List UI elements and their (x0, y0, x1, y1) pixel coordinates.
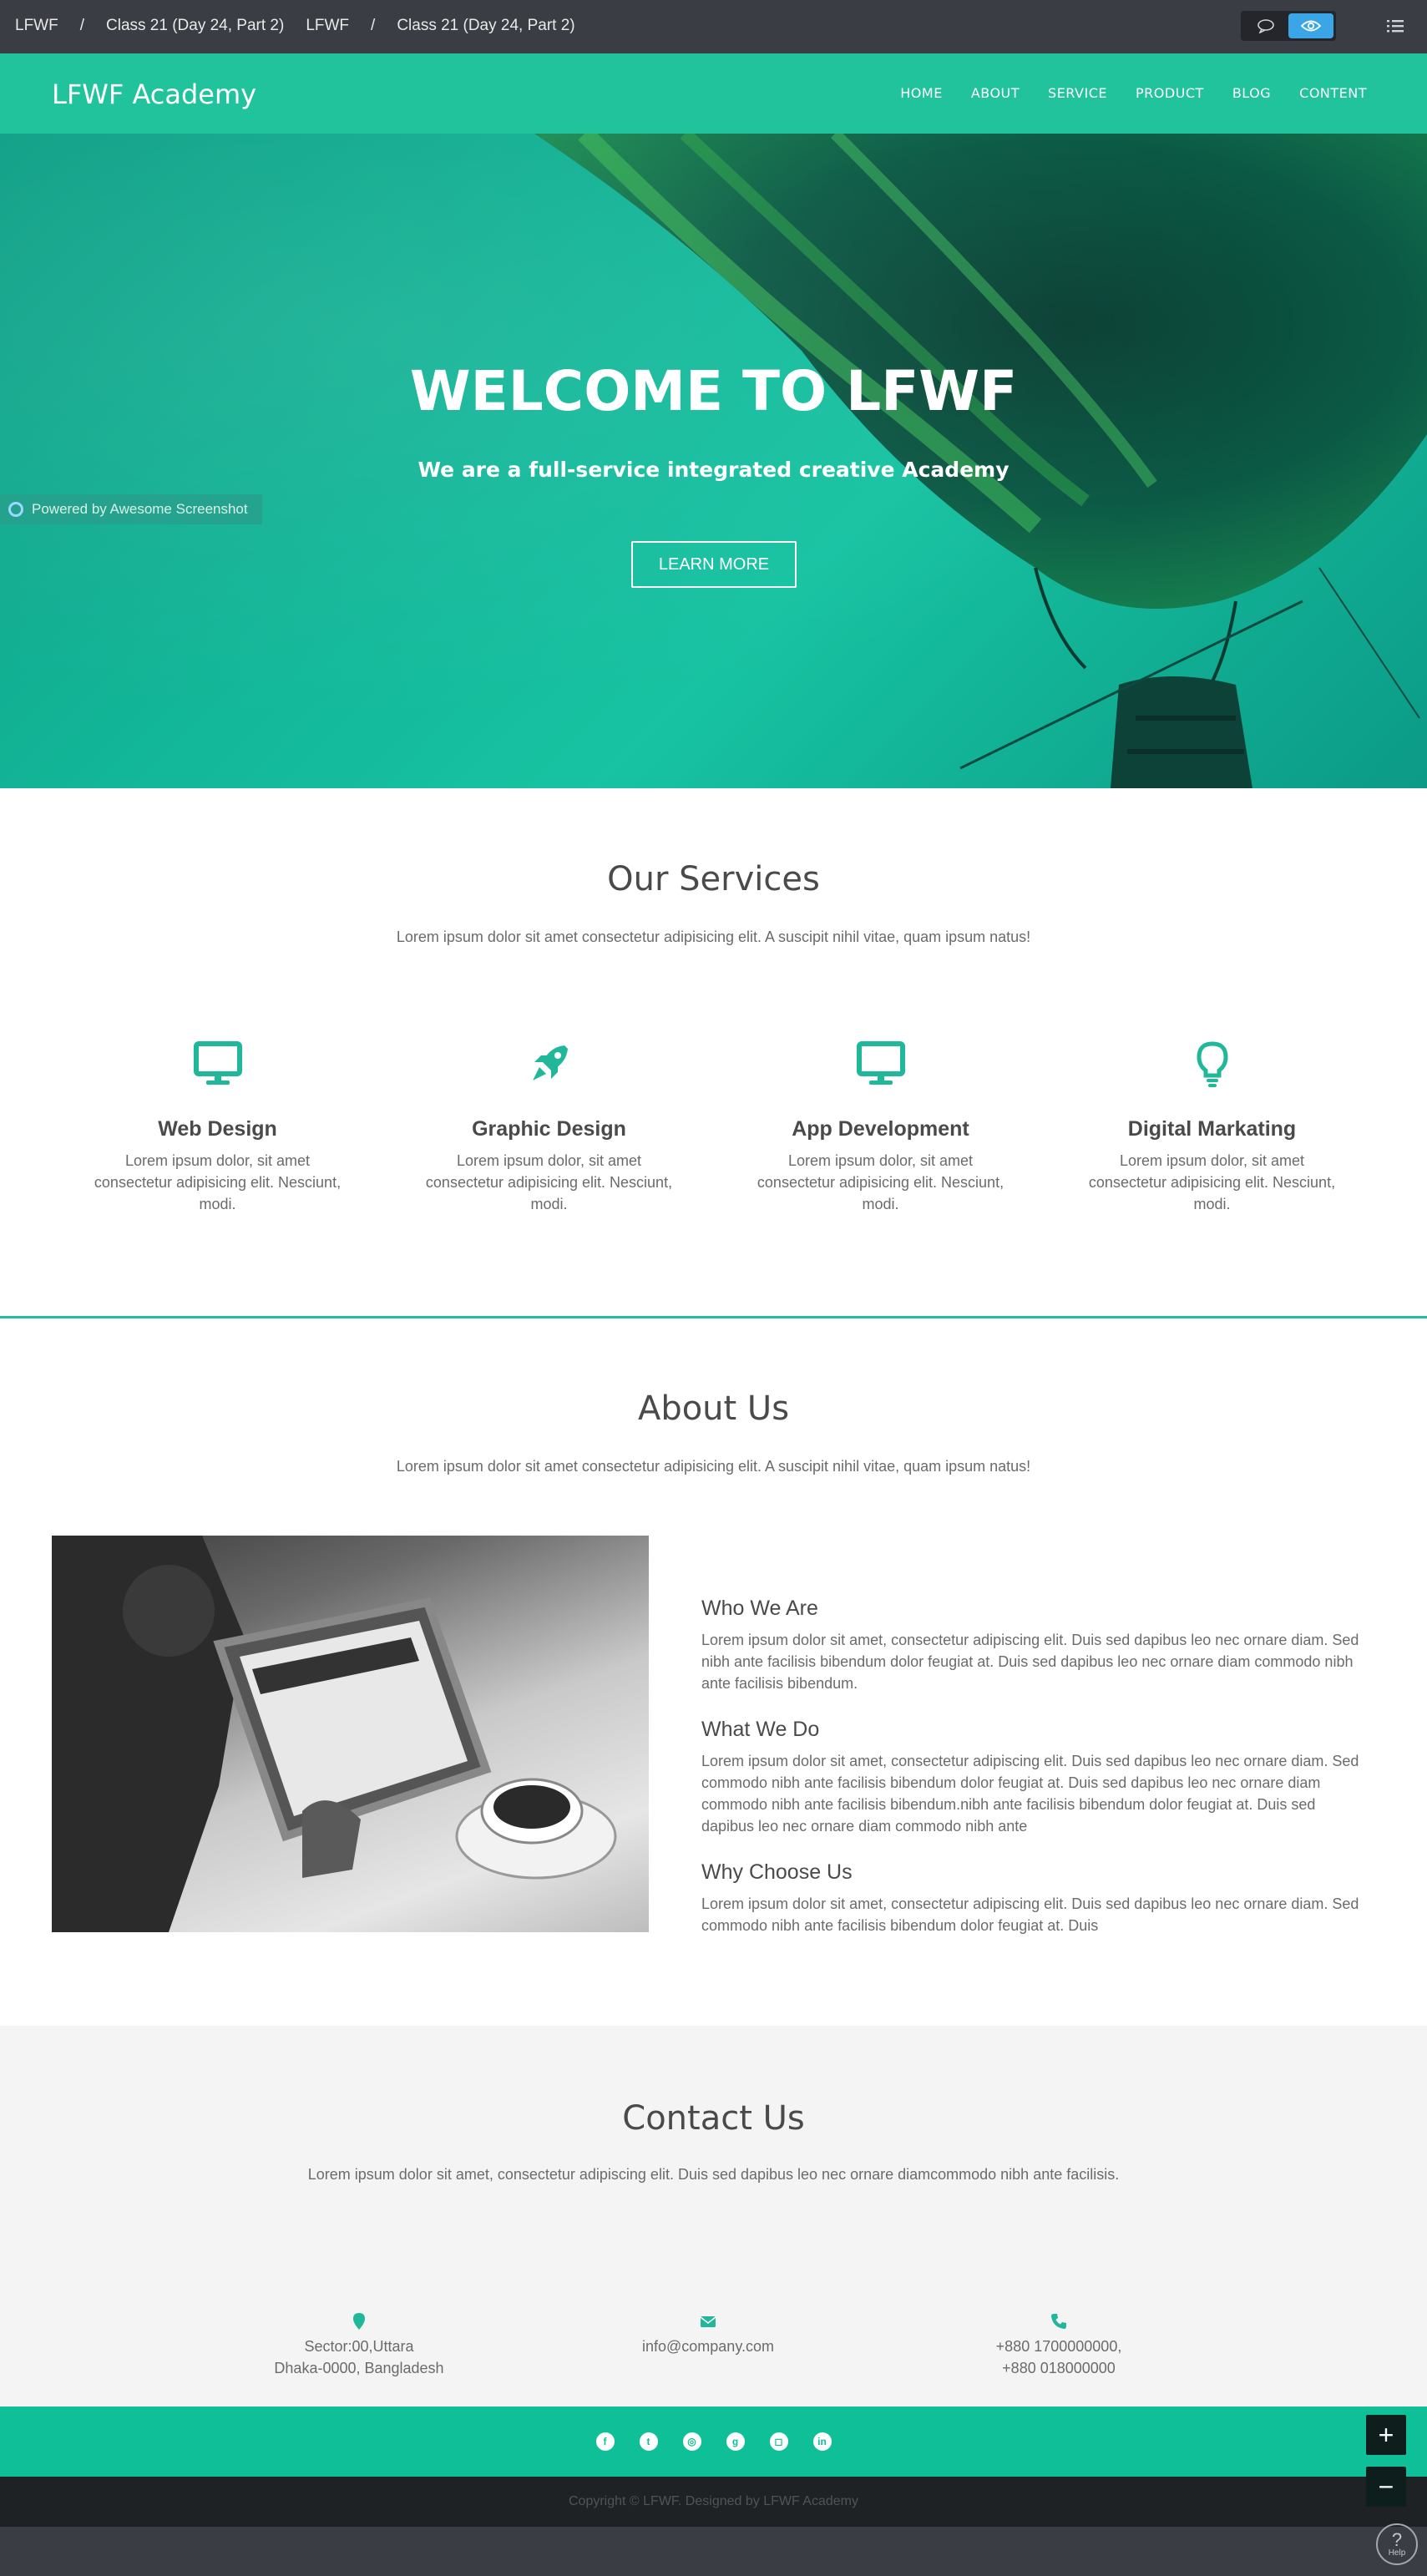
contact-title: Contact Us (622, 2099, 805, 2138)
contact-address: Sector:00,Uttara Dhaka-0000, Bangladesh (192, 2312, 526, 2379)
list-icon[interactable] (1386, 17, 1404, 35)
about-block-text: Lorem ipsum dolor sit amet, consectetur … (701, 1753, 1359, 1835)
tablet-and-coffee-image (52, 1536, 617, 1932)
services-subtitle: Lorem ipsum dolor sit amet consectetur a… (396, 929, 1031, 945)
learn-more-button[interactable]: LEARN MORE (631, 541, 797, 588)
contact-email: info@company.com (541, 2312, 875, 2357)
view-mode-button[interactable] (1288, 13, 1333, 38)
dribbble-icon[interactable]: ◎ (682, 2432, 701, 2451)
breadcrumb-separator: / (79, 17, 84, 34)
screenshot-toolbar: LFWF / Class 21 (Day 24, Part 2) LFWF / … (0, 0, 1427, 53)
twitter-icon[interactable]: t (639, 2432, 658, 2451)
phone-icon (1051, 2314, 1066, 2329)
service-title: Digital Markating (1127, 1117, 1297, 1141)
monitor-icon (856, 1041, 905, 1085)
social-links-bar: f t ◎ g ◻ in (0, 2406, 1427, 2477)
service-card-graphic-design: Graphic Design Lorem ipsum dolor, sit am… (383, 1039, 715, 1215)
instagram-icon[interactable]: ◻ (769, 2432, 788, 2451)
lightbulb-icon (1196, 1041, 1228, 1087)
phone-line-1[interactable]: +880 1700000000, (892, 2336, 1226, 2357)
address-line-2: Dhaka-0000, Bangladesh (274, 2360, 444, 2376)
service-text: Lorem ipsum dolor, sit amet consectetur … (757, 1152, 1004, 1212)
nav-item-service[interactable]: SERVICE (1048, 85, 1107, 101)
service-title: Web Design (158, 1117, 277, 1141)
website-page: LFWF Academy HOME ABOUT SERVICE PRODUCT … (0, 53, 1427, 2527)
about-block-title: Why Choose Us (701, 1860, 853, 1884)
services-title: Our Services (607, 860, 820, 898)
about-block-title: What We Do (701, 1718, 820, 1741)
rocket-icon (532, 1045, 568, 1081)
linkedin-icon[interactable]: in (812, 2432, 832, 2451)
breadcrumb-item[interactable]: Class 21 (Day 24, Part 2) (397, 17, 574, 35)
what-we-do-block: What We Do Lorem ipsum dolor sit amet, c… (701, 1718, 1361, 1837)
breadcrumb-item[interactable]: LFWF (306, 17, 349, 35)
about-block-text: Lorem ipsum dolor sit amet, consectetur … (701, 1895, 1359, 1934)
phone-line-2[interactable]: +880 018000000 (892, 2357, 1226, 2379)
nav-item-blog[interactable]: BLOG (1232, 85, 1271, 101)
service-card-app-development: App Development Lorem ipsum dolor, sit a… (715, 1039, 1046, 1215)
contact-subtitle: Lorem ipsum dolor sit amet, consectetur … (307, 2166, 1120, 2183)
eye-icon (1301, 20, 1321, 32)
help-label: Help (1388, 2548, 1406, 2558)
help-button[interactable]: ? Help (1376, 2523, 1418, 2565)
nav-item-content[interactable]: CONTENT (1299, 85, 1367, 101)
service-card-web-design: Web Design Lorem ipsum dolor, sit amet c… (52, 1039, 383, 1215)
breadcrumb-item[interactable]: Class 21 (Day 24, Part 2) (106, 17, 284, 35)
why-choose-us-block: Why Choose Us Lorem ipsum dolor sit amet… (701, 1860, 1361, 1936)
about-block-title: Who We Are (701, 1597, 818, 1620)
service-title: Graphic Design (472, 1117, 626, 1141)
envelope-icon (700, 2316, 716, 2327)
hero-subtitle: We are a full-service integrated creativ… (417, 458, 1010, 482)
nav-item-about[interactable]: ABOUT (971, 85, 1020, 101)
about-subtitle: Lorem ipsum dolor sit amet consectetur a… (396, 1458, 1031, 1475)
zoom-out-button[interactable]: − (1366, 2467, 1406, 2507)
email-link[interactable]: info@company.com (541, 2336, 875, 2357)
service-text: Lorem ipsum dolor, sit amet consectetur … (94, 1152, 342, 1212)
view-mode-toggle[interactable] (1241, 11, 1336, 41)
nav-item-product[interactable]: PRODUCT (1136, 85, 1204, 101)
powered-by-badge[interactable]: Powered by Awesome Screenshot (0, 494, 262, 524)
service-text: Lorem ipsum dolor, sit amet consectetur … (425, 1152, 673, 1212)
map-marker-icon (353, 2313, 365, 2330)
zoom-in-button[interactable]: + (1366, 2415, 1406, 2455)
facebook-icon[interactable]: f (595, 2432, 615, 2451)
copyright-text: Copyright © LFWF. Designed by LFWF Acade… (0, 2477, 1427, 2527)
service-card-digital-marketing: Digital Markating Lorem ipsum dolor, sit… (1046, 1039, 1378, 1215)
awesome-screenshot-icon (8, 502, 23, 517)
comment-icon (1257, 19, 1274, 33)
section-divider (0, 1316, 1427, 1318)
about-title: About Us (637, 1389, 790, 1428)
about-block-text: Lorem ipsum dolor sit amet, consectetur … (701, 1632, 1359, 1692)
who-we-are-block: Who We Are Lorem ipsum dolor sit amet, c… (701, 1597, 1361, 1694)
breadcrumb: LFWF / Class 21 (Day 24, Part 2) LFWF / … (15, 17, 597, 35)
monitor-icon (193, 1041, 242, 1085)
comment-mode-button[interactable] (1243, 13, 1288, 38)
contact-phone: +880 1700000000, +880 018000000 (892, 2312, 1226, 2379)
address-line-1: Sector:00,Uttara (304, 2338, 414, 2355)
github-icon[interactable]: g (726, 2432, 745, 2451)
breadcrumb-separator: / (371, 17, 376, 34)
service-title: App Development (792, 1117, 969, 1141)
hero-banner: Powered by Awesome Screenshot WELCOME TO… (0, 134, 1427, 788)
site-brand[interactable]: LFWF Academy (52, 78, 256, 110)
help-icon: ? (1391, 2529, 1403, 2550)
nav-item-home[interactable]: HOME (900, 85, 943, 101)
powered-by-label: Powered by Awesome Screenshot (32, 501, 248, 517)
hero-title: WELCOME TO LFWF (409, 359, 1018, 423)
nav-menu: HOME ABOUT SERVICE PRODUCT BLOG CONTENT (900, 85, 1367, 101)
site-navbar: LFWF Academy HOME ABOUT SERVICE PRODUCT … (0, 53, 1427, 134)
service-text: Lorem ipsum dolor, sit amet consectetur … (1088, 1152, 1336, 1212)
breadcrumb-item[interactable]: LFWF (15, 17, 58, 35)
about-image (52, 1536, 649, 1932)
